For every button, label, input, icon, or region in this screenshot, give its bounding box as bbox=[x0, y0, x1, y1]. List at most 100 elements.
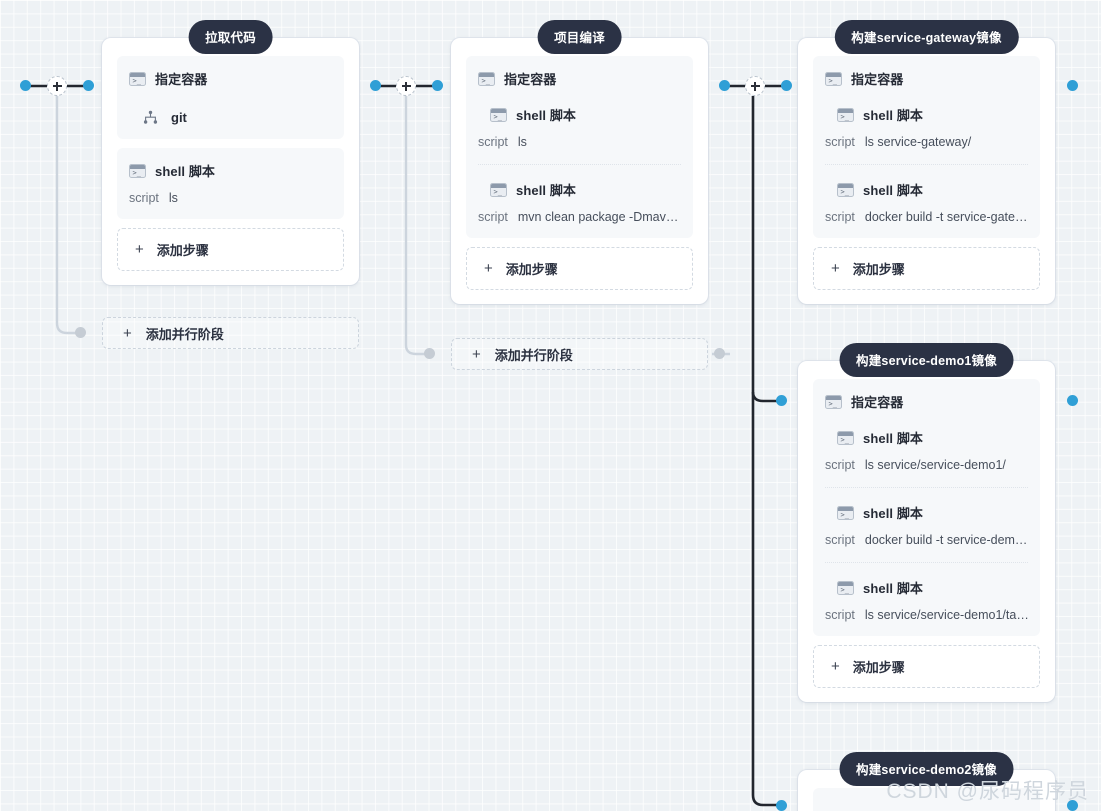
add-parallel-stage-2-out-dot[interactable] bbox=[714, 348, 725, 359]
stage-2-input-dot[interactable] bbox=[432, 80, 443, 91]
script-row: script docker build -t service-gate… bbox=[825, 210, 1028, 224]
substep-header[interactable]: >_ shell 脚本 bbox=[478, 105, 681, 124]
stage-title-3[interactable]: 构建service-gateway镜像 bbox=[834, 20, 1019, 54]
stage-title-1[interactable]: 拉取代码 bbox=[188, 20, 273, 54]
step-panel-container: >_ 指定容器 >_ shell 脚本 script ls >_ shell 脚… bbox=[466, 56, 693, 238]
script-key: script bbox=[129, 191, 159, 205]
stage-1-input-dot[interactable] bbox=[83, 80, 94, 91]
step-panel-container: >_ 指定容器 >_ shell 脚本 script ls service/se… bbox=[813, 379, 1040, 636]
plus-icon: + bbox=[472, 345, 481, 363]
stage-3-output-dot[interactable] bbox=[1067, 80, 1078, 91]
substep: >_ shell 脚本 script ls service-gateway/ bbox=[825, 90, 1028, 149]
substep-label: shell 脚本 bbox=[863, 108, 924, 123]
add-parallel-stage-2-dot[interactable] bbox=[424, 348, 435, 359]
substep-header[interactable]: >_ shell 脚本 bbox=[825, 180, 1028, 199]
step-header-container[interactable]: >_ 指定容器 bbox=[825, 69, 1028, 88]
add-stage-junction-2[interactable] bbox=[396, 76, 416, 96]
add-parallel-stage-2[interactable]: + 添加并行阶段 bbox=[451, 338, 708, 370]
step-header-container[interactable]: >_ 指定容器 bbox=[478, 69, 681, 88]
script-row: script ls service/service-demo1/ bbox=[825, 458, 1028, 472]
git-branch-icon bbox=[143, 110, 158, 124]
script-row: script mvn clean package -Dmav… bbox=[478, 210, 681, 224]
substep-label: shell 脚本 bbox=[863, 581, 924, 596]
script-key: script bbox=[478, 135, 508, 149]
add-stage-junction-1[interactable] bbox=[47, 76, 67, 96]
script-key: script bbox=[478, 210, 508, 224]
stage-4-input-dot[interactable] bbox=[776, 395, 787, 406]
step-panel-container: >_ 指定容器 git bbox=[117, 56, 344, 139]
substep: >_ shell 脚本 script mvn clean package -Dm… bbox=[478, 165, 681, 224]
script-key: script bbox=[825, 608, 855, 622]
stage-1-output-dot[interactable] bbox=[370, 80, 381, 91]
script-row: script ls bbox=[478, 135, 681, 149]
terminal-icon: >_ bbox=[490, 182, 507, 197]
add-step-button[interactable]: + 添加步骤 bbox=[466, 247, 693, 290]
step-header-shell[interactable]: >_ shell 脚本 bbox=[129, 161, 332, 180]
script-value: ls service/service-demo1/ta… bbox=[864, 608, 1028, 622]
script-key: script bbox=[825, 458, 855, 472]
plus-icon: + bbox=[135, 241, 144, 258]
step-label: 指定容器 bbox=[155, 72, 208, 87]
stage-3-input-dot[interactable] bbox=[781, 80, 792, 91]
substep-header[interactable]: >_ shell 脚本 bbox=[825, 578, 1028, 597]
script-key: script bbox=[825, 210, 855, 224]
stage-4-output-dot[interactable] bbox=[1067, 395, 1078, 406]
pipeline-start-dot[interactable] bbox=[20, 80, 31, 91]
step-header-container[interactable]: >_ 指定容器 bbox=[825, 392, 1028, 411]
substep: >_ shell 脚本 script ls service/service-de… bbox=[825, 413, 1028, 472]
add-parallel-label: 添加并行阶段 bbox=[494, 347, 573, 363]
plus-icon: + bbox=[484, 260, 493, 277]
stage-title-4[interactable]: 构建service-demo1镜像 bbox=[839, 343, 1014, 377]
plus-icon: + bbox=[831, 260, 840, 277]
terminal-icon: >_ bbox=[837, 182, 854, 197]
substep-header[interactable]: >_ shell 脚本 bbox=[825, 105, 1028, 124]
substep-label: shell 脚本 bbox=[863, 431, 924, 446]
script-key: script bbox=[825, 135, 855, 149]
script-row: script docker build -t service-dem… bbox=[825, 533, 1028, 547]
substep-label: shell 脚本 bbox=[863, 183, 924, 198]
script-value: docker build -t service-gate… bbox=[864, 210, 1028, 224]
step-label: git bbox=[171, 110, 187, 125]
step-header-container[interactable]: >_ 指定容器 bbox=[129, 69, 332, 88]
add-step-label: 添加步骤 bbox=[852, 262, 905, 277]
terminal-icon: >_ bbox=[837, 580, 854, 595]
add-parallel-stage-1-dot[interactable] bbox=[75, 327, 86, 338]
script-row: script ls service-gateway/ bbox=[825, 135, 1028, 149]
add-step-button[interactable]: + 添加步骤 bbox=[117, 228, 344, 271]
script-row: script ls bbox=[129, 191, 332, 205]
stage-title-2[interactable]: 项目编译 bbox=[537, 20, 622, 54]
script-value: ls service/service-demo1/ bbox=[864, 458, 1006, 472]
terminal-icon: >_ bbox=[837, 430, 854, 445]
script-value: mvn clean package -Dmav… bbox=[517, 210, 679, 224]
pipeline-canvas[interactable]: 拉取代码 >_ 指定容器 git >_ shell 脚本 script ls +… bbox=[0, 0, 1101, 811]
stage-5-input-dot[interactable] bbox=[776, 800, 787, 811]
add-stage-junction-3[interactable] bbox=[745, 76, 765, 96]
substep-header[interactable]: >_ shell 脚本 bbox=[825, 428, 1028, 447]
substep: >_ shell 脚本 script docker build -t servi… bbox=[825, 165, 1028, 224]
script-row: script ls service/service-demo1/ta… bbox=[825, 608, 1028, 622]
stage-title-5[interactable]: 构建service-demo2镜像 bbox=[839, 752, 1014, 786]
stage-card-3: >_ 指定容器 >_ shell 脚本 script ls service-ga… bbox=[798, 38, 1055, 304]
substep-header[interactable]: >_ shell 脚本 bbox=[478, 180, 681, 199]
stage-2-output-dot[interactable] bbox=[719, 80, 730, 91]
substep: >_ shell 脚本 script ls service/service-de… bbox=[825, 563, 1028, 622]
substep-label: shell 脚本 bbox=[516, 183, 577, 198]
script-value: docker build -t service-dem… bbox=[864, 533, 1028, 547]
add-step-label: 添加步骤 bbox=[505, 262, 558, 277]
terminal-icon: >_ bbox=[837, 107, 854, 122]
add-step-button[interactable]: + 添加步骤 bbox=[813, 247, 1040, 290]
script-value: ls bbox=[168, 191, 178, 205]
add-parallel-stage-1[interactable]: + 添加并行阶段 bbox=[102, 317, 359, 349]
stage-5-output-dot[interactable] bbox=[1067, 800, 1078, 811]
terminal-icon: >_ bbox=[825, 394, 842, 409]
plus-icon: + bbox=[123, 324, 132, 342]
substep-label: shell 脚本 bbox=[516, 108, 577, 123]
terminal-icon: >_ bbox=[490, 107, 507, 122]
stage-card-4: >_ 指定容器 >_ shell 脚本 script ls service/se… bbox=[798, 361, 1055, 702]
add-step-label: 添加步骤 bbox=[852, 660, 905, 675]
script-value: ls service-gateway/ bbox=[864, 135, 972, 149]
substep-header[interactable]: >_ shell 脚本 bbox=[825, 503, 1028, 522]
terminal-icon: >_ bbox=[837, 505, 854, 520]
step-git[interactable]: git bbox=[129, 110, 332, 125]
add-step-button[interactable]: + 添加步骤 bbox=[813, 645, 1040, 688]
